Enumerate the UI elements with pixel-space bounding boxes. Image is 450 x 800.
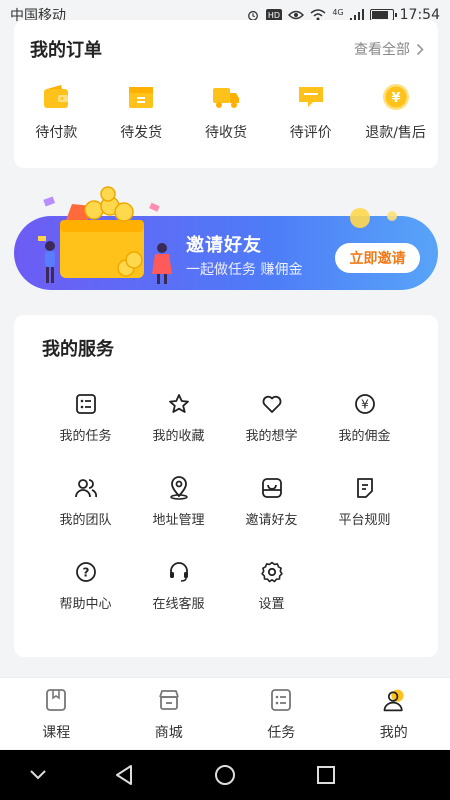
comment-icon [296,82,326,112]
wallet-icon [41,82,71,112]
order-pending-shipment[interactable]: 待发货 [99,82,184,142]
service-platform-rules[interactable]: 平台规则 [318,475,411,528]
service-my-favorites[interactable]: 我的收藏 [132,391,225,444]
service-platform-rules-label: 平台规则 [338,513,391,528]
service-my-tasks[interactable]: 我的任务 [39,391,132,444]
tab-mine-label: 我的 [379,725,408,741]
service-my-commission-label: 我的佣金 [338,429,391,444]
orders-card: 我的订单 查看全部 待付款 待发货 待收货 待评价 ¥ 退款/售后 [14,20,438,168]
gear-icon [259,559,285,585]
heart-icon [259,391,285,417]
home-circle-icon [215,765,235,785]
service-online-support[interactable]: 在线客服 [132,559,225,612]
star-icon [166,391,192,417]
service-my-tasks-label: 我的任务 [59,429,112,444]
orders-title: 我的订单 [30,40,102,61]
svg-text:?: ? [82,566,89,580]
service-my-team-label: 我的团队 [59,513,112,528]
task-icon [268,687,294,713]
back-triangle-icon [116,765,132,785]
headset-icon [166,559,192,585]
service-help-center[interactable]: ? 帮助中心 [39,559,132,612]
services-title: 我的服务 [42,339,114,360]
service-invite-friends-label: 邀请好友 [245,513,298,528]
order-pending-shipment-label: 待发货 [120,125,163,141]
yen-coin-icon: ¥ [381,82,411,112]
profile-icon [381,687,407,713]
book-icon [43,687,69,713]
tab-mall[interactable]: 商城 [113,678,226,749]
service-my-wishlist-label: 我的想学 [245,429,298,444]
order-status-row: 待付款 待发货 待收货 待评价 ¥ 退款/售后 [14,82,438,142]
nav-back-button[interactable] [112,763,136,787]
order-pending-payment-label: 待付款 [35,125,78,141]
service-my-favorites-label: 我的收藏 [152,429,205,444]
order-pending-review-label: 待评价 [289,125,332,141]
service-my-wishlist[interactable]: 我的想学 [225,391,318,444]
svg-text:¥: ¥ [361,398,369,412]
svg-text:¥: ¥ [391,91,400,106]
tab-mall-label: 商城 [154,725,183,741]
store-icon [156,687,182,713]
service-address-management-label: 地址管理 [152,513,205,528]
bottom-tab-bar: 课程 商城 任务 我的 [0,677,450,749]
truck-icon [211,82,241,112]
chevron-down-icon [30,770,46,780]
recents-square-icon [317,766,335,784]
order-refund-aftersale-label: 退款/售后 [365,125,426,141]
tab-courses[interactable]: 课程 [0,678,113,749]
banner-subtitle: 一起做任务 赚佣金 [186,262,303,278]
tab-courses-label: 课程 [42,725,71,741]
help-icon: ? [73,559,99,585]
invite-now-button[interactable]: 立即邀请 [335,243,420,273]
tab-mine[interactable]: 我的 [338,678,450,749]
network-label: 4G [332,7,344,17]
nav-collapse-button[interactable] [26,763,50,787]
service-invite-friends[interactable]: 邀请好友 [225,475,318,528]
package-icon [126,82,156,112]
nav-recents-button[interactable] [314,763,338,787]
view-all-orders-link[interactable]: 查看全部 [354,39,424,59]
order-pending-review[interactable]: 待评价 [268,82,353,142]
service-address-management[interactable]: 地址管理 [132,475,225,528]
rules-icon [352,475,378,501]
service-my-commission[interactable]: ¥ 我的佣金 [318,391,411,444]
tab-tasks[interactable]: 任务 [225,678,338,749]
system-nav-bar [0,750,450,800]
task-list-icon [73,391,99,417]
location-icon [166,475,192,501]
yen-circle-icon: ¥ [352,391,378,417]
view-all-label: 查看全部 [354,42,410,58]
banner-title: 邀请好友 [186,235,262,256]
order-refund-aftersale[interactable]: ¥ 退款/售后 [353,82,438,142]
service-help-center-label: 帮助中心 [59,597,112,612]
service-settings-label: 设置 [258,597,285,612]
order-pending-payment[interactable]: 待付款 [14,82,99,142]
order-pending-receipt[interactable]: 待收货 [184,82,269,142]
invite-icon [259,475,285,501]
services-card: 我的服务 我的任务 我的收藏 我的想学 ¥ 我的佣金 我的团队 地址管理 邀请好… [14,315,438,657]
nav-home-button[interactable] [213,763,237,787]
service-settings[interactable]: 设置 [225,559,318,612]
team-icon [73,475,99,501]
tab-tasks-label: 任务 [267,725,296,741]
chevron-right-icon [416,43,424,55]
svg-text:HD: HD [268,11,280,20]
order-pending-receipt-label: 待收货 [204,125,247,141]
service-my-team[interactable]: 我的团队 [39,475,132,528]
service-online-support-label: 在线客服 [152,597,205,612]
